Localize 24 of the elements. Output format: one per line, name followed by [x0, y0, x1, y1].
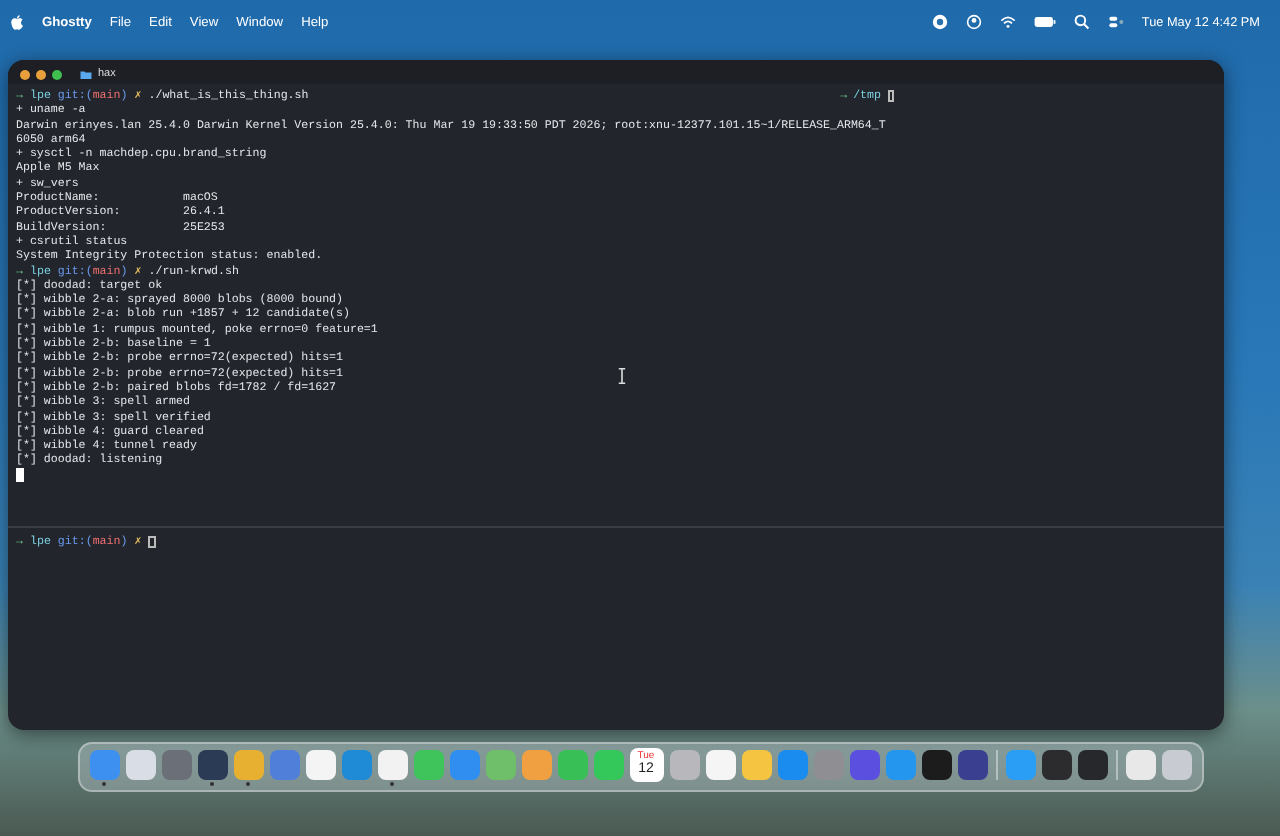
- window-control-button[interactable]: [52, 69, 62, 79]
- dock-app-icon[interactable]: [197, 750, 227, 780]
- dock-app-icon[interactable]: [921, 750, 951, 780]
- dock-app-icon[interactable]: [377, 750, 407, 780]
- dock-app-icon[interactable]: [957, 750, 987, 780]
- dock-app-icon[interactable]: [1077, 750, 1107, 780]
- window-control-button[interactable]: [20, 69, 30, 79]
- record-icon[interactable]: [931, 14, 948, 30]
- battery-icon[interactable]: [1033, 14, 1056, 30]
- dock-app-icon[interactable]: [705, 750, 735, 780]
- user-circle-icon[interactable]: [965, 14, 982, 30]
- window-control-button[interactable]: [36, 69, 46, 79]
- folder-icon: [80, 69, 92, 79]
- text-cursor-icon: [618, 368, 626, 384]
- dock-app-icon[interactable]: [305, 750, 335, 780]
- terminal-cursor: [16, 468, 23, 482]
- control-center-icon[interactable]: [1107, 14, 1124, 30]
- terminal-cursor: [887, 89, 894, 102]
- dock-app-icon[interactable]: [1041, 750, 1071, 780]
- apple-logo-icon[interactable]: [10, 13, 24, 31]
- terminal-cursor: [148, 535, 156, 548]
- dock-app-icon[interactable]: [1125, 750, 1155, 780]
- wifi-icon[interactable]: [999, 14, 1016, 30]
- search-icon[interactable]: [1073, 14, 1090, 30]
